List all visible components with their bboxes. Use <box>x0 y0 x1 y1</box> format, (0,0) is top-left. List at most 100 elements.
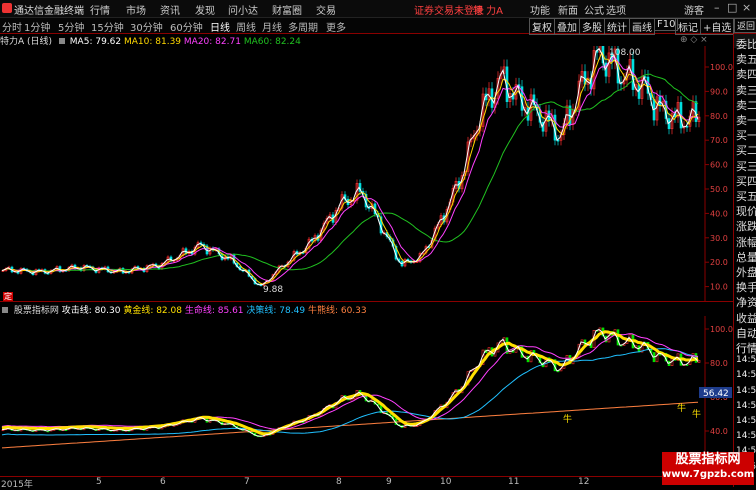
date-label: 5 <box>96 477 102 487</box>
panel-item: 总量 <box>736 250 756 264</box>
panel-item: 卖二 <box>736 98 756 112</box>
menu-news[interactable]: 资讯 <box>160 2 180 17</box>
indicator-chart: 100.080.060.040.0 56.42 牛 牛 牛 <box>1 316 733 476</box>
back-button[interactable]: 返回 <box>734 18 756 33</box>
bull-signal: 牛 <box>692 408 701 420</box>
panel-item: 卖一 <box>736 114 756 127</box>
panel-item: 买三 <box>736 159 756 173</box>
stats-button[interactable]: 统计 <box>604 18 630 35</box>
panel-item: 委比 <box>736 38 756 51</box>
decision-line <box>1 348 699 436</box>
app-logo-icon <box>2 3 12 13</box>
panel-item: 卖五 <box>736 53 756 67</box>
period-daily[interactable]: 日线 <box>210 19 230 34</box>
price-tick-label: 50.0 <box>710 185 728 194</box>
period-15min[interactable]: 15分钟 <box>91 19 124 34</box>
price-tick-label: 70.0 <box>710 136 728 145</box>
period-multi[interactable]: 多周期 <box>288 19 318 34</box>
panel-item: 涨跌 <box>736 220 756 234</box>
app-title: 通达信金融终端 <box>14 6 84 17</box>
menu-discover[interactable]: 发现 <box>195 2 215 17</box>
period-1min[interactable]: 1分钟 <box>24 19 50 34</box>
mark-button[interactable]: 标记 <box>675 18 701 35</box>
gold-line <box>1 330 699 436</box>
date-label: 10 <box>440 477 452 487</box>
date-axis: 2015年 5 6 7 8 9 10 11 12 <box>0 476 733 490</box>
pane-divider <box>0 301 733 302</box>
gold-line-label: 黄金线: 82.08 <box>123 306 182 316</box>
draw-button[interactable]: 画线 <box>629 18 655 35</box>
price-tick-label: 20.0 <box>710 258 728 267</box>
panel-item: 涨幅 <box>736 235 756 249</box>
add-favorite-button[interactable]: +自选 <box>700 18 735 35</box>
panel-item: 14:50 <box>736 416 756 426</box>
ma60-line <box>1 73 699 272</box>
watermark-url: www.7gpzb.com <box>662 469 755 480</box>
panel-item: 买一 <box>736 129 756 143</box>
panel-item: 买五 <box>736 190 756 203</box>
ma10-line <box>1 51 699 285</box>
period-30min[interactable]: 30分钟 <box>130 19 163 34</box>
low-price-label: 9.88 <box>263 285 283 295</box>
period-tick[interactable]: 分时 <box>2 19 22 34</box>
user-label[interactable]: 游客 <box>684 2 704 17</box>
period-weekly[interactable]: 周线 <box>236 19 256 34</box>
date-label: 8 <box>336 477 342 487</box>
price-tick-label: 30.0 <box>710 234 728 243</box>
date-label: 7 <box>244 477 250 487</box>
price-tick-label: 80.0 <box>710 112 728 121</box>
menu-function[interactable]: 功能 <box>530 2 550 17</box>
decision-line-label: 决策线: 78.49 <box>246 306 306 316</box>
menu-options[interactable]: 选项 <box>606 2 626 17</box>
title-bar: 通达信金融终端 行情 市场 资讯 发现 问小达 财富圈 交易 证券交易未登录 特… <box>0 0 756 18</box>
price-tick-label: 100.0 <box>710 63 733 72</box>
price-chart: 100.0 90.0 80.0 70.0 60.0 50.0 40.0 30.0 20.0 10.… <box>1 46 733 301</box>
menu-market[interactable]: 市场 <box>126 2 146 17</box>
date-label: 6 <box>160 477 166 487</box>
close-icon[interactable]: × <box>742 1 751 14</box>
date-label: 2015年 <box>1 480 33 490</box>
menu-formula[interactable]: 公式 <box>584 2 604 17</box>
indicator-tick-label: 100.0 <box>710 325 733 334</box>
panel-item: 净资 <box>736 296 756 310</box>
bull-signal: 牛 <box>563 413 572 425</box>
candlestick-series <box>1 46 701 287</box>
maximize-icon[interactable]: □ <box>727 1 737 14</box>
adjust-button[interactable]: 复权 <box>529 18 555 35</box>
chart-toggle-icon[interactable] <box>58 38 65 44</box>
price-tick-label: 60.0 <box>710 161 728 170</box>
period-more[interactable]: 更多 <box>326 19 346 34</box>
menu-quotes[interactable]: 行情 <box>90 2 110 17</box>
menu-trade[interactable]: 交易 <box>316 2 336 17</box>
indicator-tick-label: 80.0 <box>710 359 728 368</box>
panel-item: 换手 <box>736 281 756 295</box>
quote-side-panel: 委比 卖五 卖四 卖三 卖二 卖一 买一 买二 买三 买四 买五 现价 涨跌 涨幅 总量 外盘 换手 净资 收益 自动… <box>733 34 756 487</box>
menu-new-layout[interactable]: 新面 <box>558 2 578 17</box>
menu-ask[interactable]: 问小达 <box>228 2 258 17</box>
multi-stock-button[interactable]: 多股 <box>579 18 605 35</box>
period-monthly[interactable]: 月线 <box>262 19 282 34</box>
period-5min[interactable]: 5分钟 <box>58 19 84 34</box>
panel-item: 14:50 <box>736 385 756 396</box>
overlay-button[interactable]: 叠加 <box>554 18 580 35</box>
ma20-line <box>1 55 698 283</box>
panel-item: 自动 <box>736 326 756 340</box>
panel-item: 收益 <box>736 311 756 325</box>
period-60min[interactable]: 60分钟 <box>170 19 203 34</box>
attack-line <box>1 328 699 437</box>
chart-options-icon[interactable]: ⊕ ◇ × <box>680 35 708 45</box>
site-watermark: 股票指标网 www.7gpzb.com <box>662 452 754 485</box>
price-tick-label: 10.0 <box>710 283 728 292</box>
indicator-toggle-icon[interactable] <box>2 307 8 313</box>
panel-item: 买二 <box>736 144 756 158</box>
panel-item: 14:50 <box>736 400 756 411</box>
indicator-axis: 100.080.060.040.0 <box>705 325 733 436</box>
indicator-name: 股票指标网 <box>13 306 59 316</box>
indicator-candles <box>1 327 701 438</box>
panel-item: 14:50 <box>736 355 756 366</box>
menu-wealth[interactable]: 财富圈 <box>272 2 302 17</box>
price-tick-label: 90.0 <box>710 87 728 96</box>
minimize-icon[interactable]: – <box>714 1 720 14</box>
date-label: 11 <box>508 477 520 487</box>
life-line-label: 生命线: 85.61 <box>184 306 244 316</box>
